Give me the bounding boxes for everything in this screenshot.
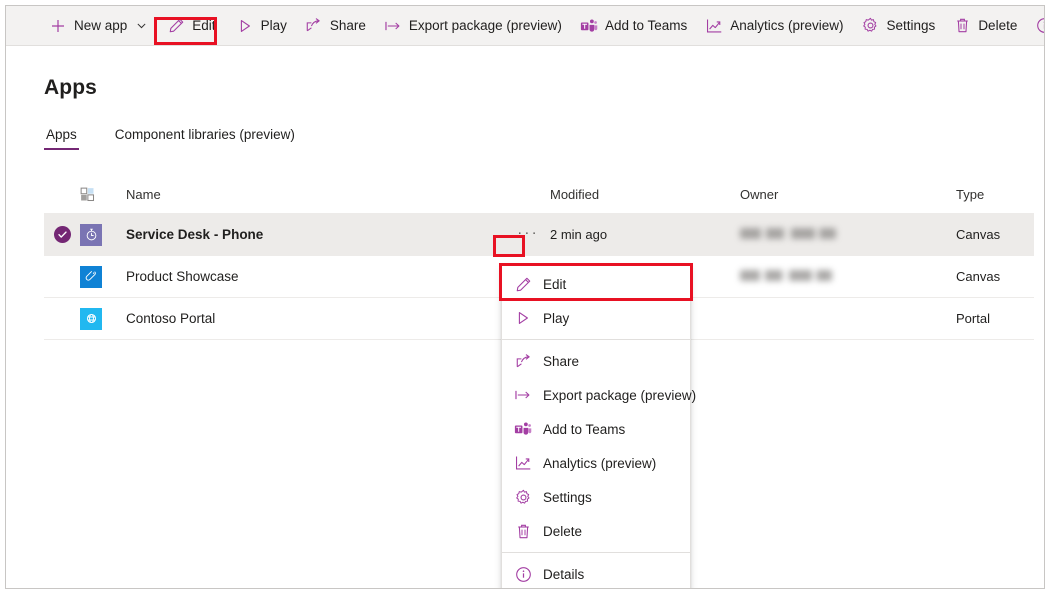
tag-icon bbox=[80, 266, 102, 288]
teams-icon bbox=[580, 17, 598, 35]
menu-item-label: Add to Teams bbox=[543, 422, 625, 437]
command-settings[interactable]: Settings bbox=[853, 6, 945, 46]
export-icon bbox=[384, 17, 402, 35]
menu-item-share[interactable]: Share bbox=[502, 344, 690, 378]
column-header-owner[interactable]: Owner bbox=[740, 187, 956, 202]
teams-icon bbox=[514, 420, 532, 438]
tab-apps[interactable]: Apps bbox=[44, 127, 79, 150]
app-window: New app Edit Play Share bbox=[5, 5, 1045, 589]
menu-item-edit[interactable]: Edit bbox=[502, 267, 690, 301]
row-modified-cell: 2 min ago bbox=[550, 227, 740, 242]
app-icon-cell bbox=[80, 224, 126, 246]
info-icon bbox=[1035, 17, 1045, 35]
owner-redacted bbox=[740, 228, 836, 239]
command-edit[interactable]: Edit bbox=[158, 6, 224, 46]
tab-list: Apps Component libraries (preview) bbox=[44, 127, 1044, 150]
chevron-down-icon[interactable] bbox=[135, 20, 147, 32]
menu-item-details[interactable]: Details bbox=[502, 557, 690, 589]
app-icon-cell bbox=[80, 266, 126, 288]
export-icon bbox=[514, 386, 532, 404]
menu-separator bbox=[502, 552, 690, 553]
row-type-cell: Canvas bbox=[956, 227, 1034, 242]
command-label: Play bbox=[261, 18, 287, 33]
command-label: Add to Teams bbox=[605, 18, 687, 33]
column-header-modified[interactable]: Modified bbox=[550, 187, 740, 202]
pencil-icon bbox=[167, 17, 185, 35]
tab-component-libraries[interactable]: Component libraries (preview) bbox=[113, 127, 297, 150]
row-more-commands-button[interactable]: ··· bbox=[506, 229, 550, 240]
row-owner-cell bbox=[740, 269, 956, 284]
menu-item-label: Analytics (preview) bbox=[543, 456, 656, 471]
table-row[interactable]: Service Desk - Phone ··· 2 min ago Canva… bbox=[44, 214, 1034, 256]
analytics-icon bbox=[514, 454, 532, 472]
menu-item-play[interactable]: Play bbox=[502, 301, 690, 335]
pencil-icon bbox=[514, 275, 532, 293]
portal-icon bbox=[80, 308, 102, 330]
share-icon bbox=[305, 17, 323, 35]
check-circle-icon bbox=[54, 226, 71, 243]
play-icon bbox=[236, 17, 254, 35]
menu-item-label: Settings bbox=[543, 490, 592, 505]
command-label: Export package (preview) bbox=[409, 18, 562, 33]
trash-icon bbox=[953, 17, 971, 35]
table-header-row: Name Modified Owner Type bbox=[44, 176, 1034, 214]
menu-item-label: Edit bbox=[543, 277, 566, 292]
row-name-cell[interactable]: Service Desk - Phone bbox=[126, 227, 506, 242]
command-label: Delete bbox=[978, 18, 1017, 33]
row-name-cell[interactable]: Product Showcase bbox=[126, 269, 506, 284]
page-title: Apps bbox=[44, 76, 1044, 100]
menu-item-add-to-teams[interactable]: Add to Teams bbox=[502, 412, 690, 446]
row-owner-cell bbox=[740, 227, 956, 242]
command-bar: New app Edit Play Share bbox=[6, 6, 1044, 46]
menu-item-settings[interactable]: Settings bbox=[502, 480, 690, 514]
info-icon bbox=[514, 565, 532, 583]
app-name: Service Desk - Phone bbox=[126, 227, 263, 242]
command-label: Edit bbox=[192, 18, 215, 33]
row-type-cell: Canvas bbox=[956, 269, 1034, 284]
row-name-cell[interactable]: Contoso Portal bbox=[126, 311, 506, 326]
command-details[interactable]: Details bbox=[1026, 6, 1045, 46]
analytics-icon bbox=[705, 17, 723, 35]
menu-item-label: Details bbox=[543, 567, 584, 582]
menu-item-label: Play bbox=[543, 311, 569, 326]
menu-item-label: Delete bbox=[543, 524, 582, 539]
grid-icon[interactable] bbox=[80, 187, 126, 202]
menu-item-label: Share bbox=[543, 354, 579, 369]
app-name: Product Showcase bbox=[126, 269, 239, 284]
app-name: Contoso Portal bbox=[126, 311, 215, 326]
gear-icon bbox=[514, 488, 532, 506]
play-icon bbox=[514, 309, 532, 327]
menu-item-delete[interactable]: Delete bbox=[502, 514, 690, 548]
command-analytics[interactable]: Analytics (preview) bbox=[696, 6, 852, 46]
row-type-cell: Portal bbox=[956, 311, 1034, 326]
row-checkbox-selected[interactable] bbox=[44, 226, 80, 243]
command-label: Analytics (preview) bbox=[730, 18, 843, 33]
trash-icon bbox=[514, 522, 532, 540]
owner-redacted bbox=[740, 270, 832, 281]
menu-separator bbox=[502, 339, 690, 340]
ellipsis-icon: ··· bbox=[517, 229, 539, 240]
command-label: Share bbox=[330, 18, 366, 33]
command-new-app[interactable]: New app bbox=[40, 6, 156, 46]
column-header-type[interactable]: Type bbox=[956, 187, 1034, 202]
share-icon bbox=[514, 352, 532, 370]
command-play[interactable]: Play bbox=[227, 6, 296, 46]
menu-item-export-package[interactable]: Export package (preview) bbox=[502, 378, 690, 412]
command-add-to-teams[interactable]: Add to Teams bbox=[571, 6, 696, 46]
command-share[interactable]: Share bbox=[296, 6, 375, 46]
menu-item-analytics[interactable]: Analytics (preview) bbox=[502, 446, 690, 480]
stopwatch-icon bbox=[80, 224, 102, 246]
app-icon-cell bbox=[80, 308, 126, 330]
command-label: Settings bbox=[887, 18, 936, 33]
tab-label: Component libraries (preview) bbox=[115, 127, 295, 142]
plus-icon bbox=[49, 17, 67, 35]
row-context-menu: Edit Play Share Export package (preview) bbox=[501, 265, 691, 589]
command-export-package[interactable]: Export package (preview) bbox=[375, 6, 571, 46]
tab-label: Apps bbox=[46, 127, 77, 142]
column-header-name[interactable]: Name bbox=[126, 187, 506, 202]
gear-icon bbox=[862, 17, 880, 35]
command-label: New app bbox=[74, 18, 127, 33]
menu-item-label: Export package (preview) bbox=[543, 388, 696, 403]
command-delete[interactable]: Delete bbox=[944, 6, 1026, 46]
